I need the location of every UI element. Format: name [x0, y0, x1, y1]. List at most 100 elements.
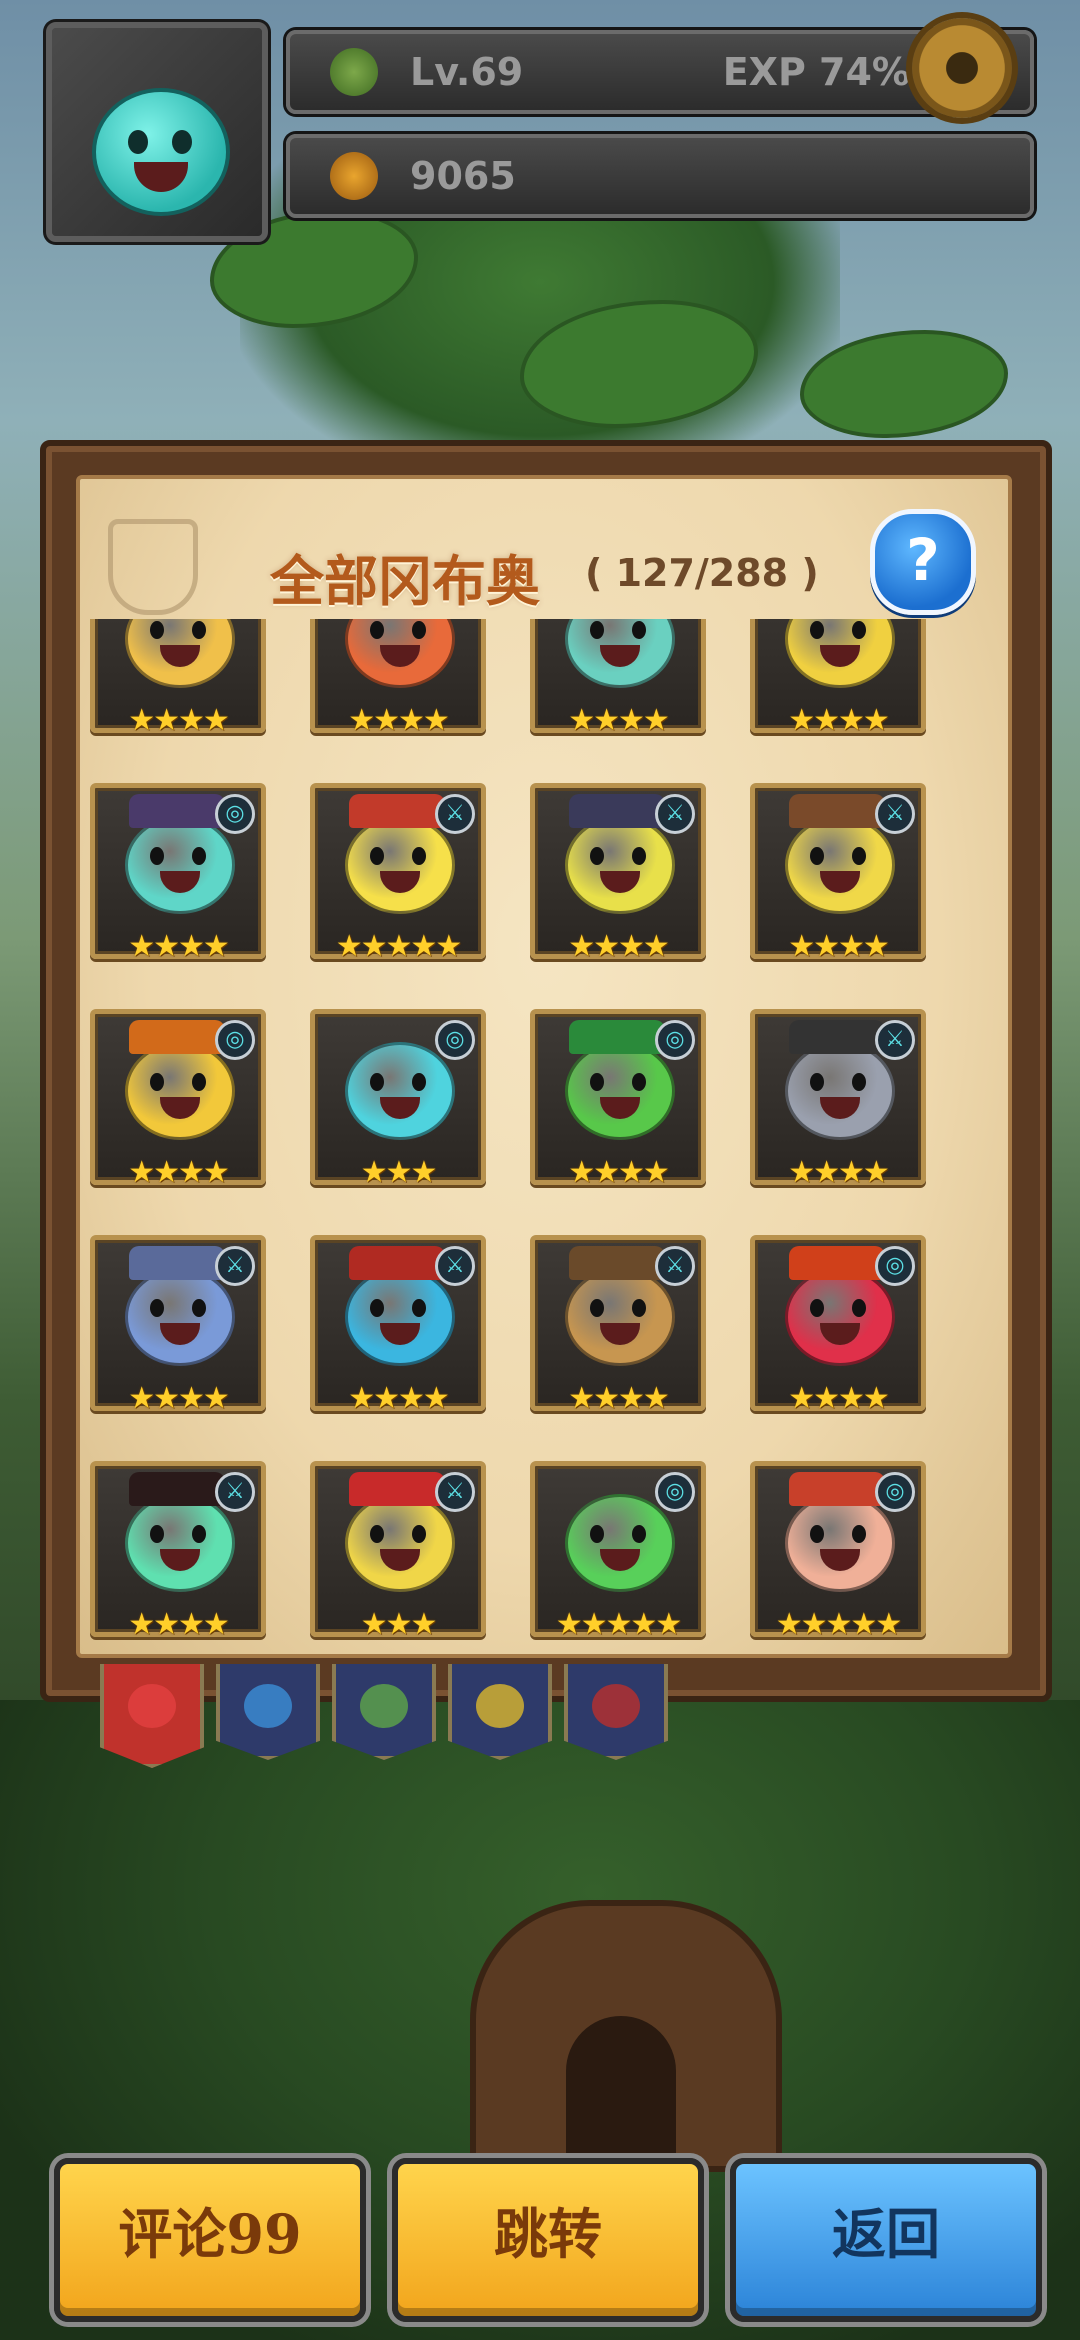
help-button[interactable]: ?	[870, 509, 976, 615]
collection-panel: 全部冈布奥 ( 127/288 ) ? ★★★★ ★★★★ ★★★★ ★★★★ ◎ ★★★…	[76, 475, 1012, 1658]
panel-header: 全部冈布奥 ( 127/288 ) ?	[80, 479, 1008, 615]
player-avatar[interactable]	[46, 22, 268, 242]
gumball-card[interactable]: ◎ ★★★★	[530, 1009, 706, 1190]
sword-type-icon: ⚔	[215, 1472, 255, 1512]
gumball-portrait	[345, 1494, 455, 1592]
collection-grid-viewport[interactable]: ★★★★ ★★★★ ★★★★ ★★★★ ◎ ★★★★ ⚔ ★★★★★ ⚔ ★★★★ ⚔ ★★★★ ◎ ★★…	[80, 619, 1008, 1654]
star-rating: ★★★★	[128, 1155, 230, 1190]
star-rating: ★★★★	[568, 703, 670, 738]
star-rating: ★★★★	[568, 929, 670, 964]
gumball-portrait	[125, 619, 235, 688]
gumball-card[interactable]: ⚔ ★★★★	[90, 1461, 266, 1642]
gumball-category-icon	[360, 1684, 408, 1728]
gumball-portrait	[345, 1042, 455, 1140]
gumball-portrait	[565, 619, 675, 688]
gumball-card[interactable]: ⚔ ★★★★	[90, 1235, 266, 1416]
gumball-card[interactable]: ⚔ ★★★★	[750, 783, 926, 964]
gumball-hat	[789, 1020, 885, 1054]
gumball-hat	[349, 794, 445, 828]
gumball-card[interactable]: ★★★★	[750, 619, 926, 738]
gumball-hat	[129, 1246, 225, 1280]
gumball-category-icon	[128, 1684, 176, 1728]
gumball-portrait	[345, 816, 455, 914]
star-rating: ★★★	[360, 1155, 438, 1190]
exp-text: EXP 74%	[722, 50, 910, 94]
gumball-hat	[569, 794, 665, 828]
tree-house	[470, 1900, 782, 2172]
gumball-card[interactable]: ◎ ★★★★	[90, 783, 266, 964]
swirl-type-icon: ◎	[435, 1020, 475, 1060]
gumball-portrait	[345, 1268, 455, 1366]
gumball-card[interactable]: ⚔ ★★★★	[310, 1235, 486, 1416]
back-button[interactable]: 返回	[730, 2158, 1042, 2322]
gumball-portrait	[125, 816, 235, 914]
gumball-hat	[789, 1246, 885, 1280]
star-rating: ★★★★	[788, 1155, 890, 1190]
jump-button[interactable]: 跳转	[392, 2158, 704, 2322]
gumball-category-icon	[592, 1684, 640, 1728]
gumball-portrait	[785, 1042, 895, 1140]
gear-icon[interactable]	[912, 18, 1012, 118]
star-rating: ★★★★	[348, 703, 450, 738]
sword-type-icon: ⚔	[655, 1246, 695, 1286]
gumball-card[interactable]: ⚔ ★★★★★	[310, 783, 486, 964]
gumball-card[interactable]: ⚔ ★★★★	[530, 783, 706, 964]
star-rating: ★★★★	[128, 929, 230, 964]
star-rating: ★★★★	[788, 929, 890, 964]
star-rating: ★★★★★	[555, 1607, 682, 1642]
comment-button[interactable]: 评论99	[54, 2158, 366, 2322]
gumball-card[interactable]: ★★★★	[90, 619, 266, 738]
tab-blue[interactable]	[216, 1664, 320, 1760]
sword-type-icon: ⚔	[435, 794, 475, 834]
gumball-portrait	[785, 816, 895, 914]
tab-yellow[interactable]	[448, 1664, 552, 1760]
level-text: Lv.69	[410, 50, 524, 94]
gumball-card[interactable]: ◎ ★★★	[310, 1009, 486, 1190]
gumball-category-icon	[244, 1684, 292, 1728]
gumball-card[interactable]: ★★★★	[310, 619, 486, 738]
sword-type-icon: ⚔	[435, 1472, 475, 1512]
swirl-type-icon: ◎	[875, 1472, 915, 1512]
gumball-hat	[789, 794, 885, 828]
star-rating: ★★★★	[568, 1381, 670, 1416]
star-rating: ★★★★	[788, 1381, 890, 1416]
avatar-face	[92, 88, 230, 216]
star-rating: ★★★★	[128, 1381, 230, 1416]
gumball-card[interactable]: ★★★★	[530, 619, 706, 738]
star-rating: ★★★★★	[775, 1607, 902, 1642]
star-rating: ★★★	[360, 1607, 438, 1642]
swirl-type-icon: ◎	[875, 1246, 915, 1286]
star-rating: ★★★★	[128, 1607, 230, 1642]
sword-type-icon: ⚔	[215, 1246, 255, 1286]
gumball-hat	[569, 1020, 665, 1054]
gumball-category-icon	[476, 1684, 524, 1728]
tab-all[interactable]	[100, 1664, 204, 1768]
gumball-portrait	[125, 1042, 235, 1140]
gumball-portrait	[785, 1494, 895, 1592]
shield-icon	[108, 519, 198, 615]
tab-red[interactable]	[564, 1664, 668, 1760]
gumball-card[interactable]: ⚔ ★★★★	[750, 1009, 926, 1190]
gumball-portrait	[565, 1494, 675, 1592]
gumball-card[interactable]: ⚔ ★★★★	[530, 1235, 706, 1416]
swirl-type-icon: ◎	[655, 1020, 695, 1060]
sword-type-icon: ⚔	[875, 1020, 915, 1060]
swirl-type-icon: ◎	[655, 1472, 695, 1512]
gumball-card[interactable]: ◎ ★★★★★	[750, 1461, 926, 1642]
coin-bar: 9065	[286, 134, 1034, 218]
gumball-card[interactable]: ◎ ★★★★	[750, 1235, 926, 1416]
star-rating: ★★★★	[788, 703, 890, 738]
coin-count: 9065	[410, 154, 516, 198]
gumball-portrait	[565, 1042, 675, 1140]
gumball-portrait	[125, 1268, 235, 1366]
swirl-type-icon: ◎	[215, 794, 255, 834]
gumball-portrait	[785, 1268, 895, 1366]
tab-green[interactable]	[332, 1664, 436, 1760]
gumball-card[interactable]: ◎ ★★★★★	[530, 1461, 706, 1642]
gumball-card[interactable]: ⚔ ★★★	[310, 1461, 486, 1642]
star-rating: ★★★★	[128, 703, 230, 738]
gumball-card[interactable]: ◎ ★★★★	[90, 1009, 266, 1190]
star-rating: ★★★★★	[335, 929, 462, 964]
gumball-portrait	[125, 1494, 235, 1592]
star-rating: ★★★★	[348, 1381, 450, 1416]
